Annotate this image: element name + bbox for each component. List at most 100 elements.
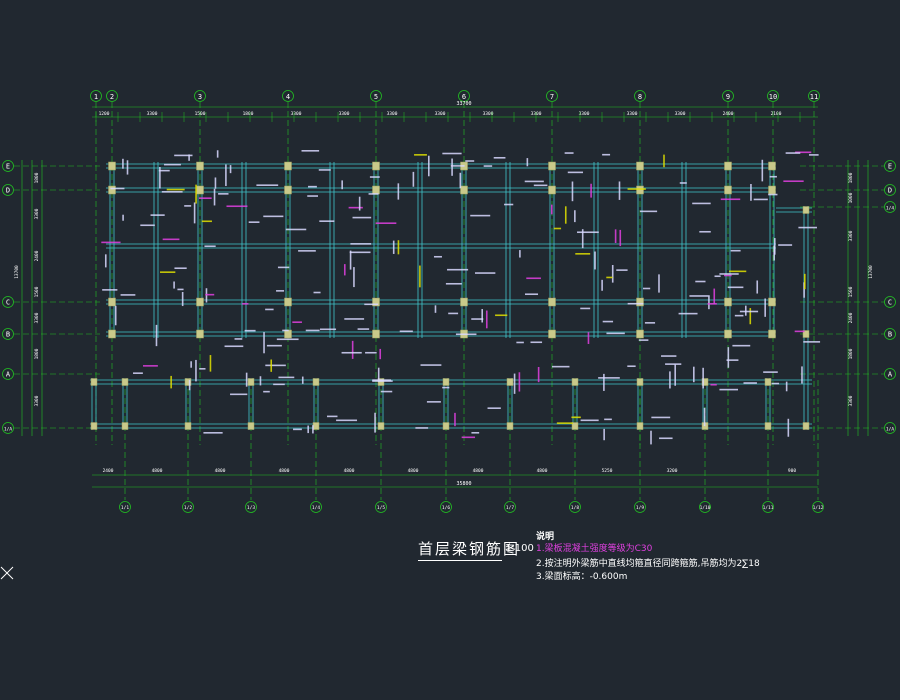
rebar-annotation-mark	[614, 229, 617, 243]
rebar-annotation-mark	[307, 195, 318, 197]
rebar-annotation-mark	[574, 210, 576, 223]
rebar-annotation-mark	[808, 154, 819, 156]
column-1A-6	[442, 422, 450, 430]
axis-label-top-4: 4	[286, 93, 290, 101]
column-B-3	[372, 329, 380, 339]
rebar-annotation-mark	[190, 361, 192, 368]
column-A-3	[247, 378, 255, 386]
column-1A-9	[636, 422, 644, 430]
rebar-annotation-mark	[679, 182, 687, 184]
axis-label-top-10: 10	[769, 93, 777, 101]
column-D-4	[460, 185, 468, 195]
column-A-9	[636, 378, 644, 386]
bottom-span-dim-0: 2400	[103, 468, 114, 474]
right-dim-5: 1800	[848, 348, 854, 359]
rebar-annotation-mark	[451, 158, 453, 176]
right-total-dimension: 13700	[868, 265, 874, 279]
left-dim-1: 3300	[34, 208, 40, 219]
rebar-annotation-mark	[590, 183, 592, 198]
rebar-annotation-mark	[798, 226, 817, 229]
top-span-dim-12: 3300	[675, 111, 686, 117]
rebar-annotation-mark	[455, 333, 477, 336]
rebar-annotation-mark	[606, 276, 613, 279]
rebar-annotation-mark	[213, 188, 216, 206]
rebar-annotation-mark	[594, 251, 596, 270]
axis-label-top-9: 9	[726, 93, 730, 101]
rebar-annotation-mark	[218, 193, 229, 195]
axis-label-left-C: C	[6, 299, 10, 307]
top-span-dim-4: 3300	[291, 111, 302, 117]
rebar-annotation-mark	[530, 341, 543, 344]
note-3: 3.梁面标高：-0.600m	[536, 572, 628, 582]
column-E-7	[724, 161, 732, 171]
rebar-annotation-mark	[708, 296, 710, 310]
axis-label-right-B: B	[888, 331, 892, 339]
rebar-annotation-mark	[351, 340, 354, 359]
rebar-annotation-mark	[426, 401, 441, 403]
top-span-dim-5: 3300	[339, 111, 350, 117]
axis-label-left-D: D	[6, 187, 10, 195]
left-dim-5: 1800	[34, 348, 40, 359]
right-dim-1: 1000	[848, 192, 854, 203]
rebar-annotation-mark	[581, 229, 584, 249]
rebar-annotation-mark	[282, 329, 289, 332]
rebar-annotation-mark	[160, 271, 176, 273]
rebar-annotation-mark	[174, 154, 193, 157]
axis-label-left-A: A	[6, 371, 11, 379]
column-D-3	[372, 185, 380, 195]
column-D-0	[108, 185, 116, 195]
rebar-annotation-mark	[301, 376, 304, 384]
bottom-span-dim-3: 4800	[279, 468, 290, 474]
rebar-annotation-mark	[518, 372, 521, 392]
rebar-annotation-mark	[651, 416, 671, 419]
rebar-annotation-mark	[669, 371, 671, 389]
column-A-4	[312, 378, 320, 386]
top-span-dim-11: 3300	[627, 111, 638, 117]
rebar-annotation-mark	[493, 156, 506, 159]
axis-label-top-11: 11	[810, 93, 818, 101]
left-dim-6: 3300	[34, 395, 40, 406]
rebar-annotation-mark	[349, 251, 371, 254]
rebar-annotation-mark	[707, 303, 717, 305]
rebar-annotation-mark	[564, 206, 567, 224]
rebar-annotation-mark	[801, 366, 803, 384]
column-A-6	[442, 378, 450, 386]
rebar-annotation-mark	[442, 152, 462, 155]
rebar-annotation-mark	[710, 383, 717, 386]
rebar-annotation-mark	[537, 366, 540, 383]
rebar-annotation-mark	[266, 344, 282, 347]
rebar-annotation-mark	[365, 351, 377, 354]
column-1A-3	[247, 422, 255, 430]
rebar-annotation-mark	[580, 307, 591, 310]
column-C-5	[548, 297, 556, 307]
axis-label-bottom-1/4: 1/4	[312, 505, 320, 511]
rebar-annotation-mark	[606, 332, 625, 335]
bottom-span-dim-7: 4800	[537, 468, 548, 474]
rebar-annotation-mark	[803, 273, 806, 290]
rebar-annotation-mark	[374, 412, 376, 433]
rebar-annotation-mark	[658, 274, 660, 293]
rebar-annotation-mark	[293, 428, 302, 431]
axis-label-bottom-1/8: 1/8	[571, 505, 579, 511]
rebar-annotation-mark	[379, 348, 382, 360]
rebar-annotation-mark	[794, 330, 805, 333]
rebar-annotation-mark	[307, 425, 309, 434]
axis-label-bottom-1/3: 1/3	[247, 505, 255, 511]
rebar-annotation-mark	[412, 171, 415, 187]
column-1A-1	[121, 422, 129, 430]
rebar-annotation-mark	[428, 155, 430, 177]
rebar-annotation-mark	[639, 210, 658, 213]
rebar-annotation-mark	[188, 380, 191, 391]
rebar-annotation-mark	[638, 339, 649, 341]
axis-label-bottom-1/7: 1/7	[506, 505, 514, 511]
rebar-annotation-mark	[642, 287, 651, 290]
title-underline	[418, 560, 502, 561]
rebar-annotation-mark	[753, 198, 768, 201]
rebar-annotation-mark	[122, 214, 124, 221]
rebar-annotation-mark	[750, 184, 752, 201]
rebar-annotation-mark	[358, 196, 361, 211]
rebar-annotation-mark	[461, 436, 476, 439]
rebar-annotation-mark	[140, 224, 155, 227]
rebar-annotation-mark	[414, 154, 427, 156]
column-D-5	[548, 185, 556, 195]
